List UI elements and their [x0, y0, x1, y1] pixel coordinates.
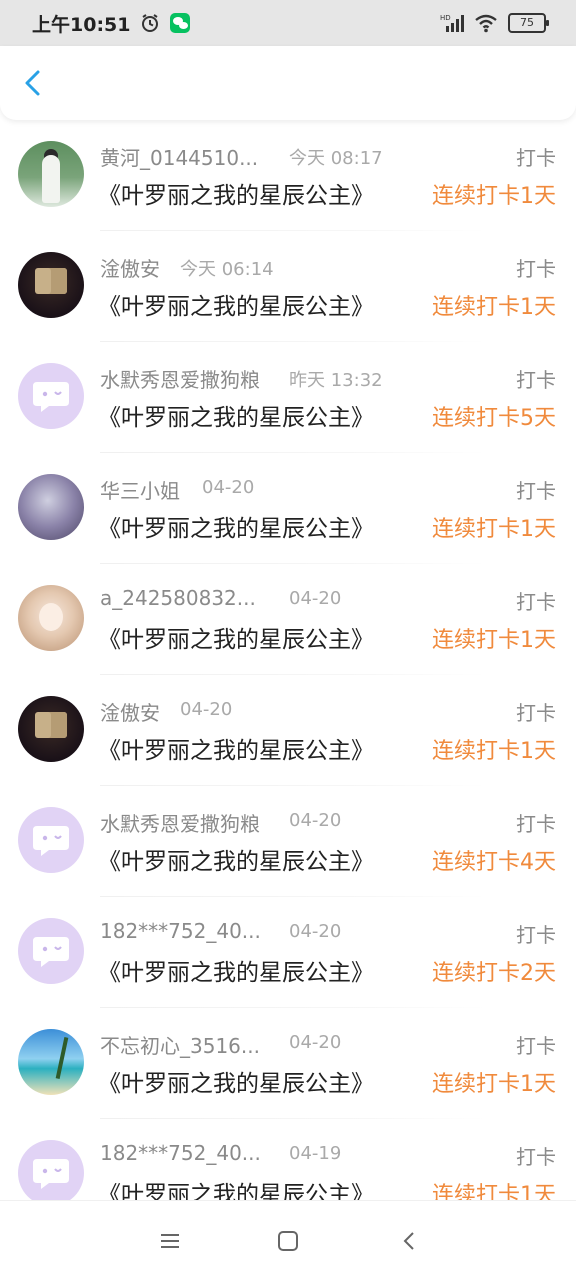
book-title: 《叶罗丽之我的星辰公主》 [98, 960, 374, 986]
top-header [0, 46, 576, 120]
checkin-tag: 打卡 [516, 1034, 556, 1058]
book-title: 《叶罗丽之我的星辰公主》 [98, 405, 374, 431]
post-time: 昨天 13:32 [289, 370, 383, 391]
default-avatar[interactable] [18, 807, 84, 873]
status-bar: 上午10:51 HD 75 [0, 0, 576, 46]
book-title: 《叶罗丽之我的星辰公主》 [98, 516, 374, 542]
user-name[interactable]: 淦傲安 [100, 697, 160, 726]
girl-green-avatar[interactable] [18, 141, 84, 207]
book-title: 《叶罗丽之我的星辰公主》 [98, 627, 374, 653]
post-time: 04-20 [289, 1032, 342, 1053]
chat-bubble-icon [33, 826, 69, 856]
streak-label: 连续打卡1天 [432, 1072, 556, 1097]
default-avatar[interactable] [18, 1140, 84, 1206]
post-time: 04-20 [289, 588, 342, 609]
user-name[interactable]: 华三小姐 [100, 475, 180, 504]
user-name[interactable]: 水默秀恩爱撒狗粮 [100, 364, 260, 393]
book-title: 《叶罗丽之我的星辰公主》 [98, 738, 374, 764]
hd-signal-icon: HD [440, 14, 464, 32]
system-nav-bar [0, 1200, 576, 1281]
book-title: 《叶罗丽之我的星辰公主》 [98, 183, 374, 209]
list-item[interactable]: 水默秀恩爱撒狗粮 04-20 打卡《叶罗丽之我的星辰公主》 连续打卡4天 [0, 786, 576, 897]
checkin-tag: 打卡 [516, 257, 556, 281]
user-name[interactable]: 不忘初心_3516... [100, 1030, 260, 1059]
list-item[interactable]: a_242580832... 04-20 打卡《叶罗丽之我的星辰公主》 连续打卡1天 [0, 564, 576, 675]
post-time: 04-20 [202, 477, 255, 498]
chat-bubble-icon [33, 937, 69, 967]
checkin-tag: 打卡 [516, 1145, 556, 1169]
battery-icon: 75 [508, 13, 549, 33]
chat-bubble-icon [33, 1159, 69, 1189]
book-title: 《叶罗丽之我的星辰公主》 [98, 849, 374, 875]
user-name[interactable]: 黄河_0144510... [100, 142, 258, 171]
list-item[interactable]: 不忘初心_3516... 04-20 打卡《叶罗丽之我的星辰公主》 连续打卡1天 [0, 1008, 576, 1119]
list-item[interactable]: 182***752_40... 04-20 打卡《叶罗丽之我的星辰公主》 连续打卡2天 [0, 897, 576, 1008]
back-triangle-icon[interactable] [396, 1227, 424, 1255]
default-avatar[interactable] [18, 918, 84, 984]
streak-label: 连续打卡1天 [432, 628, 556, 653]
list-item[interactable]: 黄河_0144510... 今天 08:17 打卡《叶罗丽之我的星辰公主》 连续打卡1… [0, 120, 576, 231]
post-time: 04-19 [289, 1143, 342, 1164]
wechat-icon [170, 13, 191, 33]
chevron-left-icon[interactable] [16, 66, 50, 100]
streak-label: 连续打卡5天 [432, 406, 556, 431]
post-time: 04-20 [180, 699, 233, 720]
list-item[interactable]: 淦傲安 04-20 打卡《叶罗丽之我的星辰公主》 连续打卡1天 [0, 675, 576, 786]
veil-avatar[interactable] [18, 474, 84, 540]
user-name[interactable]: 182***752_40... [100, 1141, 261, 1165]
user-name[interactable]: 水默秀恩爱撒狗粮 [100, 808, 260, 837]
svg-text:HD: HD [440, 14, 451, 22]
book-title: 《叶罗丽之我的星辰公主》 [98, 1071, 374, 1097]
menu-icon[interactable] [156, 1227, 184, 1255]
streak-label: 连续打卡1天 [432, 739, 556, 764]
post-time: 今天 06:14 [180, 259, 274, 280]
user-name[interactable]: a_242580832... [100, 586, 256, 610]
user-name[interactable]: 182***752_40... [100, 919, 261, 943]
checkin-tag: 打卡 [516, 146, 556, 170]
list-item[interactable]: 水默秀恩爱撒狗粮 昨天 13:32 打卡《叶罗丽之我的星辰公主》 连续打卡5天 [0, 342, 576, 453]
book-avatar[interactable] [18, 252, 84, 318]
wifi-icon [475, 14, 497, 33]
checkin-tag: 打卡 [516, 368, 556, 392]
streak-label: 连续打卡2天 [432, 961, 556, 986]
post-time: 今天 08:17 [289, 148, 383, 169]
sea-avatar[interactable] [18, 1029, 84, 1095]
checkin-list: 黄河_0144510... 今天 08:17 打卡 《叶罗丽之我的星辰公主》 连续打卡1… [0, 120, 576, 1230]
checkin-tag: 打卡 [516, 701, 556, 725]
chat-bubble-icon [33, 382, 69, 412]
checkin-tag: 打卡 [516, 590, 556, 614]
streak-label: 连续打卡1天 [432, 295, 556, 320]
list-item[interactable]: 淦傲安 今天 06:14 打卡《叶罗丽之我的星辰公主》 连续打卡1天 [0, 231, 576, 342]
status-bar-left: 上午10:51 [32, 10, 191, 37]
home-square-icon[interactable] [274, 1227, 302, 1255]
doll-avatar[interactable] [18, 585, 84, 651]
status-bar-right: HD 75 [440, 13, 549, 33]
post-time: 04-20 [289, 921, 342, 942]
streak-label: 连续打卡1天 [432, 184, 556, 209]
checkin-tag: 打卡 [516, 923, 556, 947]
alarm-icon [142, 14, 159, 32]
streak-label: 连续打卡4天 [432, 850, 556, 875]
post-time: 04-20 [289, 810, 342, 831]
book-avatar[interactable] [18, 696, 84, 762]
user-name[interactable]: 淦傲安 [100, 253, 160, 282]
default-avatar[interactable] [18, 363, 84, 429]
book-title: 《叶罗丽之我的星辰公主》 [98, 294, 374, 320]
streak-label: 连续打卡1天 [432, 517, 556, 542]
battery-level: 75 [520, 16, 534, 29]
checkin-tag: 打卡 [516, 812, 556, 836]
list-item[interactable]: 华三小姐 04-20 打卡《叶罗丽之我的星辰公主》 连续打卡1天 [0, 453, 576, 564]
checkin-tag: 打卡 [516, 479, 556, 503]
status-time: 上午10:51 [32, 13, 131, 36]
